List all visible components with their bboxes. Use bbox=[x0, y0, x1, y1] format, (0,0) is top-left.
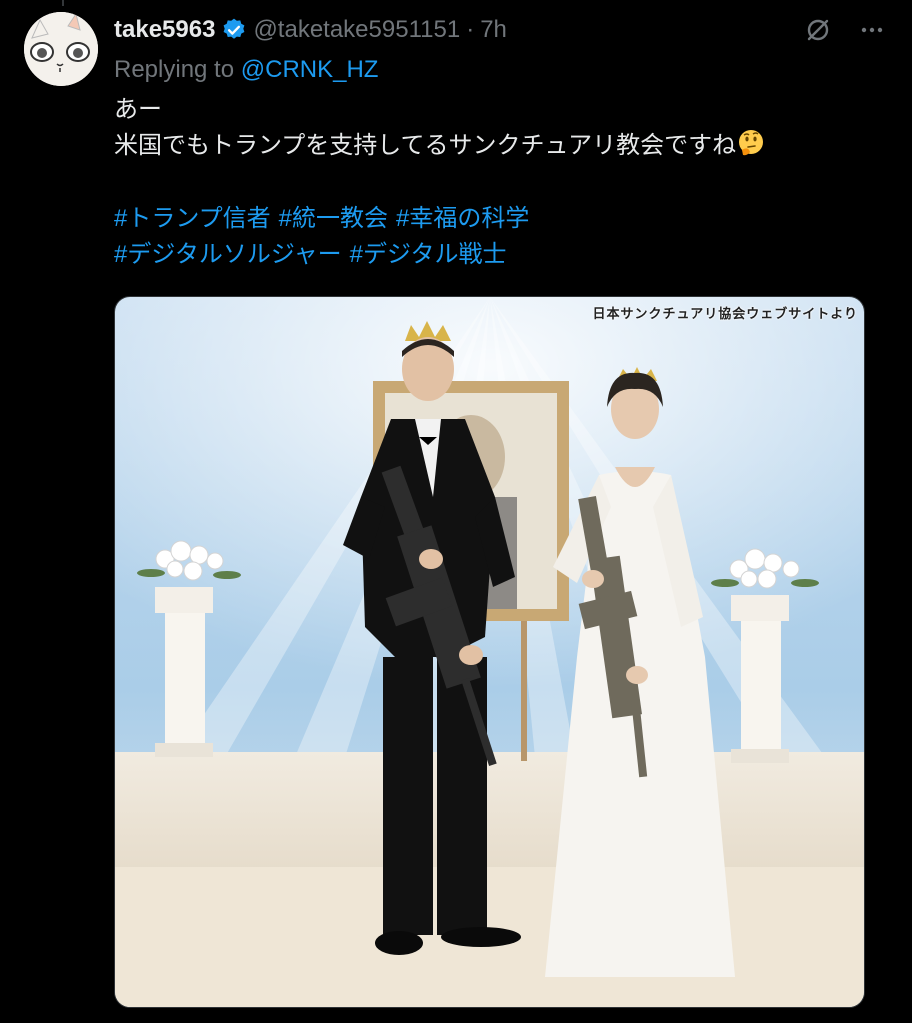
user-handle[interactable]: @taketake5951151 bbox=[253, 16, 460, 44]
hashtag-link[interactable]: #デジタル戦士 bbox=[350, 241, 507, 268]
tweet-line-1: あー bbox=[114, 96, 162, 123]
tweet-line-2-text: 米国でもトランプを支持してるサンクチュアリ教会ですね bbox=[114, 132, 737, 159]
grok-icon bbox=[807, 19, 829, 41]
replying-to: Replying to @CRNK_HZ bbox=[114, 56, 378, 84]
separator-dot: · bbox=[466, 16, 475, 43]
photo-ceremony-image bbox=[115, 297, 864, 1007]
hashtag-link[interactable]: #デジタルソルジャー bbox=[114, 241, 342, 268]
timestamp[interactable]: 7h bbox=[480, 16, 507, 44]
hashtag-link[interactable]: #統一教会 bbox=[279, 205, 388, 232]
hashtag-row-2: #デジタルソルジャー #デジタル戦士 bbox=[114, 237, 874, 273]
hashtag-link[interactable]: #トランプ信者 bbox=[114, 205, 271, 232]
tweet-image[interactable]: 日本サンクチュアリ協会ウェブサイトより bbox=[114, 296, 865, 1008]
cat-avatar-icon bbox=[24, 12, 98, 86]
more-dots-icon bbox=[861, 27, 883, 33]
tweet-header: take5963 @taketake5951151 · 7h bbox=[114, 12, 507, 48]
image-source-caption: 日本サンクチュアリ協会ウェブサイトより bbox=[592, 306, 858, 321]
tweet-line-2: 米国でもトランプを支持してるサンクチュアリ教会ですね bbox=[114, 128, 874, 164]
hashtags: #トランプ信者 #統一教会 #幸福の科学 #デジタルソルジャー #デジタル戦士 bbox=[114, 201, 874, 273]
tweet-text: あー 米国でもトランプを支持してるサンクチュアリ教会ですね bbox=[114, 92, 874, 164]
tweet-actions bbox=[802, 14, 888, 46]
reply-prefix: Replying to bbox=[114, 56, 235, 83]
display-name[interactable]: take5963 bbox=[114, 16, 215, 44]
more-options-button[interactable] bbox=[856, 14, 888, 46]
thinking-face-icon bbox=[739, 130, 764, 156]
hashtag-link[interactable]: #幸福の科学 bbox=[396, 205, 529, 232]
avatar[interactable] bbox=[24, 12, 98, 86]
thread-line bbox=[62, 0, 64, 6]
hashtag-row-1: #トランプ信者 #統一教会 #幸福の科学 bbox=[114, 201, 874, 237]
grok-button[interactable] bbox=[802, 14, 834, 46]
verified-badge-icon[interactable] bbox=[221, 17, 247, 43]
reply-to-link[interactable]: @CRNK_HZ bbox=[241, 56, 379, 83]
